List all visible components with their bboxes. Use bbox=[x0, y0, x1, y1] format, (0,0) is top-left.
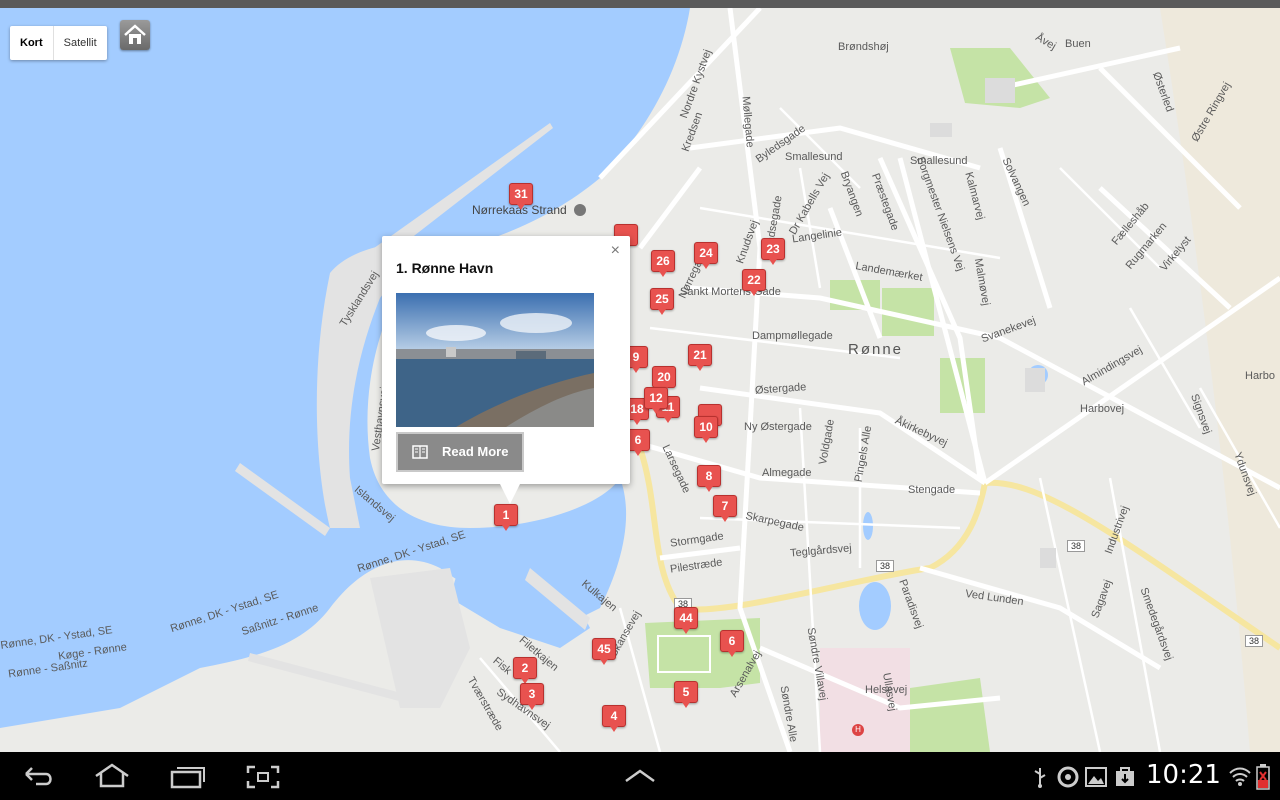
map-marker[interactable]: 22 bbox=[742, 269, 766, 296]
map-marker[interactable]: 31 bbox=[509, 183, 533, 210]
map-marker[interactable]: 21 bbox=[688, 344, 712, 371]
map-marker[interactable]: 2 bbox=[513, 657, 537, 684]
map-type-control: Kort Satellit bbox=[10, 26, 107, 60]
street-label: Stengade bbox=[908, 484, 956, 496]
system-navigation-bar: 10:21 bbox=[0, 752, 1280, 800]
city-label: Rønne bbox=[848, 341, 904, 358]
screenshot-icon[interactable] bbox=[246, 765, 280, 789]
map-marker[interactable]: 10 bbox=[694, 416, 718, 443]
lake-1 bbox=[859, 582, 891, 630]
street-label: Ny Østergade bbox=[744, 421, 812, 433]
pier-south bbox=[370, 568, 470, 708]
map-marker[interactable]: 44 bbox=[674, 607, 698, 634]
map-marker[interactable]: 45 bbox=[592, 638, 616, 665]
info-window-title: 1. Rønne Havn bbox=[396, 260, 494, 276]
map-marker[interactable]: 23 bbox=[761, 238, 785, 265]
lake-3 bbox=[863, 512, 873, 540]
street-label: Brøndshøj bbox=[838, 41, 889, 53]
map-marker[interactable]: 5 bbox=[674, 681, 698, 708]
street-label: Harbovej bbox=[1080, 403, 1125, 415]
info-window: 1. Rønne Havn × Read More bbox=[382, 236, 630, 504]
back-icon[interactable] bbox=[22, 764, 56, 788]
map-marker[interactable]: 26 bbox=[651, 250, 675, 277]
shopping-bag-icon bbox=[1116, 767, 1134, 786]
street-label: Almegade bbox=[762, 467, 812, 479]
map-marker[interactable]: 1 bbox=[494, 504, 518, 531]
map-marker[interactable]: 12 bbox=[644, 387, 668, 414]
map-marker[interactable]: 6 bbox=[720, 630, 744, 657]
park-6 bbox=[910, 678, 990, 752]
map-marker[interactable]: 25 bbox=[650, 288, 674, 315]
road-shield: 38 bbox=[1067, 540, 1086, 552]
home-icon bbox=[124, 24, 146, 44]
map-marker[interactable]: 20 bbox=[652, 366, 676, 393]
map-view[interactable]: Rønne Nørrekaas Strand Østergade Ny Øste… bbox=[0, 8, 1280, 752]
gallery-icon bbox=[1085, 767, 1107, 787]
read-more-label: Read More bbox=[442, 444, 509, 459]
usb-icon bbox=[1034, 768, 1046, 788]
status-clock: 10:21 bbox=[1146, 760, 1221, 790]
map-marker[interactable]: 3 bbox=[520, 683, 544, 710]
sync-icon bbox=[1057, 766, 1079, 788]
street-label: Dampmøllegade bbox=[752, 330, 833, 342]
map-marker[interactable]: 8 bbox=[697, 465, 721, 492]
harbor-photo bbox=[396, 293, 594, 427]
hospital-icon: H bbox=[852, 724, 864, 736]
nav-home-icon[interactable] bbox=[92, 762, 132, 790]
street-label: Harbo bbox=[1245, 370, 1275, 382]
read-more-button[interactable]: Read More bbox=[396, 432, 524, 472]
recent-apps-icon[interactable] bbox=[170, 764, 206, 790]
top-status-strip bbox=[0, 0, 1280, 8]
close-icon[interactable]: × bbox=[611, 242, 620, 260]
map-marker[interactable]: 24 bbox=[694, 242, 718, 269]
battery-icon bbox=[1256, 764, 1270, 790]
road-shield: 38 bbox=[1245, 635, 1264, 647]
road-shield: 38 bbox=[876, 560, 895, 572]
chevron-up-icon[interactable] bbox=[624, 768, 656, 784]
street-label: Smallesund bbox=[785, 151, 843, 163]
poi-icon bbox=[574, 204, 586, 216]
home-button[interactable] bbox=[120, 20, 150, 50]
map-type-map-button[interactable]: Kort bbox=[10, 26, 54, 60]
street-label: Buen bbox=[1065, 38, 1091, 50]
map-type-satellite-button[interactable]: Satellit bbox=[54, 26, 107, 60]
wifi-icon bbox=[1229, 767, 1251, 786]
map-marker[interactable]: 4 bbox=[602, 705, 626, 732]
map-marker[interactable]: 7 bbox=[713, 495, 737, 522]
